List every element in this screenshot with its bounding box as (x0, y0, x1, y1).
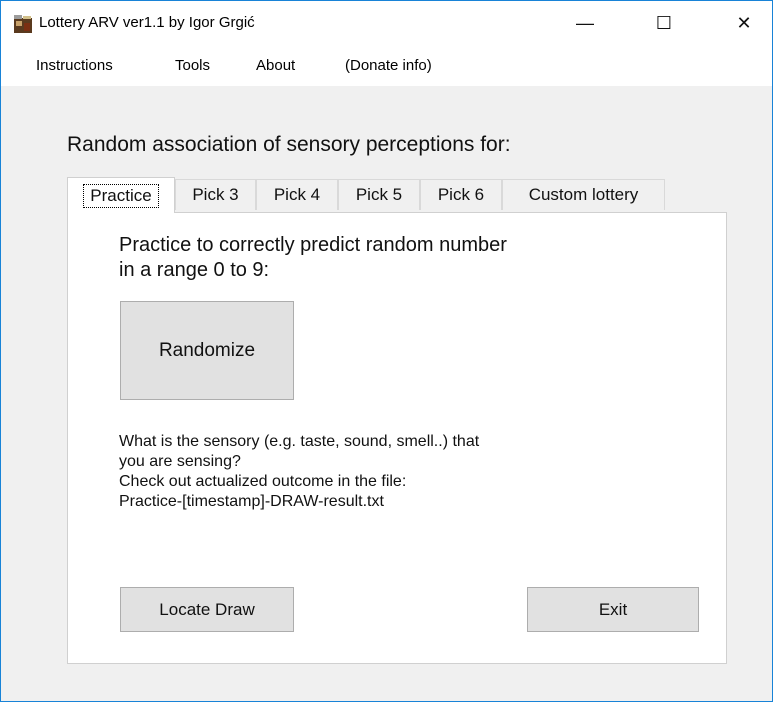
tab-label: Pick 6 (437, 185, 485, 204)
intro-line: in a range 0 to 9: (119, 259, 270, 281)
tab-practice[interactable]: Practice (67, 177, 175, 213)
button-label: Randomize (158, 339, 256, 361)
tab-pick-4[interactable]: Pick 4 (256, 179, 338, 210)
tab-label: Pick 3 (192, 185, 239, 204)
info-line: Check out actualized outcome in the file… (119, 473, 407, 490)
title-bar[interactable]: Lottery ARV ver1.1 by Igor Grgić — ☐ ✕ (1, 1, 772, 46)
info-line: What is the sensory (e.g. taste, sound, … (119, 433, 480, 450)
tab-label: Custom lottery (528, 185, 639, 204)
tab-custom-lottery[interactable]: Custom lottery (502, 179, 665, 210)
menu-instructions[interactable]: Instructions (36, 57, 113, 75)
locate-draw-button[interactable]: Locate Draw (120, 587, 294, 632)
button-label: Exit (598, 599, 628, 619)
menu-about[interactable]: About (256, 57, 295, 75)
tab-label: Pick 5 (355, 185, 403, 204)
info-line: you are sensing? (119, 453, 241, 470)
menu-donate-info[interactable]: (Donate info) (345, 57, 432, 75)
window-title: Lottery ARV ver1.1 by Igor Grgić (39, 14, 255, 31)
randomize-button[interactable]: Randomize (120, 301, 294, 400)
tab-pick-3[interactable]: Pick 3 (175, 179, 256, 210)
menu-bar: Instructions Tools About (Donate info) (1, 46, 772, 86)
button-label: Locate Draw (159, 599, 255, 619)
minimize-icon: — (576, 13, 594, 33)
menu-tools[interactable]: Tools (175, 57, 210, 75)
exit-button[interactable]: Exit (527, 587, 699, 632)
intro-line: Practice to correctly predict random num… (119, 234, 507, 256)
app-window: Lottery ARV ver1.1 by Igor Grgić — ☐ ✕ I… (0, 0, 773, 702)
maximize-icon: ☐ (655, 13, 673, 33)
tab-label: Pick 4 (273, 185, 321, 204)
practice-instructions: Practice to correctly predict random num… (119, 233, 639, 283)
lottery-app-icon (14, 15, 32, 33)
tab-label: Practice (83, 183, 159, 208)
tab-pick-6[interactable]: Pick 6 (420, 179, 502, 210)
close-icon: ✕ (736, 13, 752, 33)
practice-info-text: What is the sensory (e.g. taste, sound, … (119, 432, 679, 512)
info-line: Practice-[timestamp]-DRAW-result.txt (119, 493, 384, 510)
close-button[interactable]: ✕ (716, 1, 772, 46)
page-heading: Random association of sensory perception… (67, 133, 511, 156)
tab-pick-5[interactable]: Pick 5 (338, 179, 420, 210)
maximize-button[interactable]: ☐ (636, 1, 692, 46)
minimize-button[interactable]: — (557, 1, 613, 46)
